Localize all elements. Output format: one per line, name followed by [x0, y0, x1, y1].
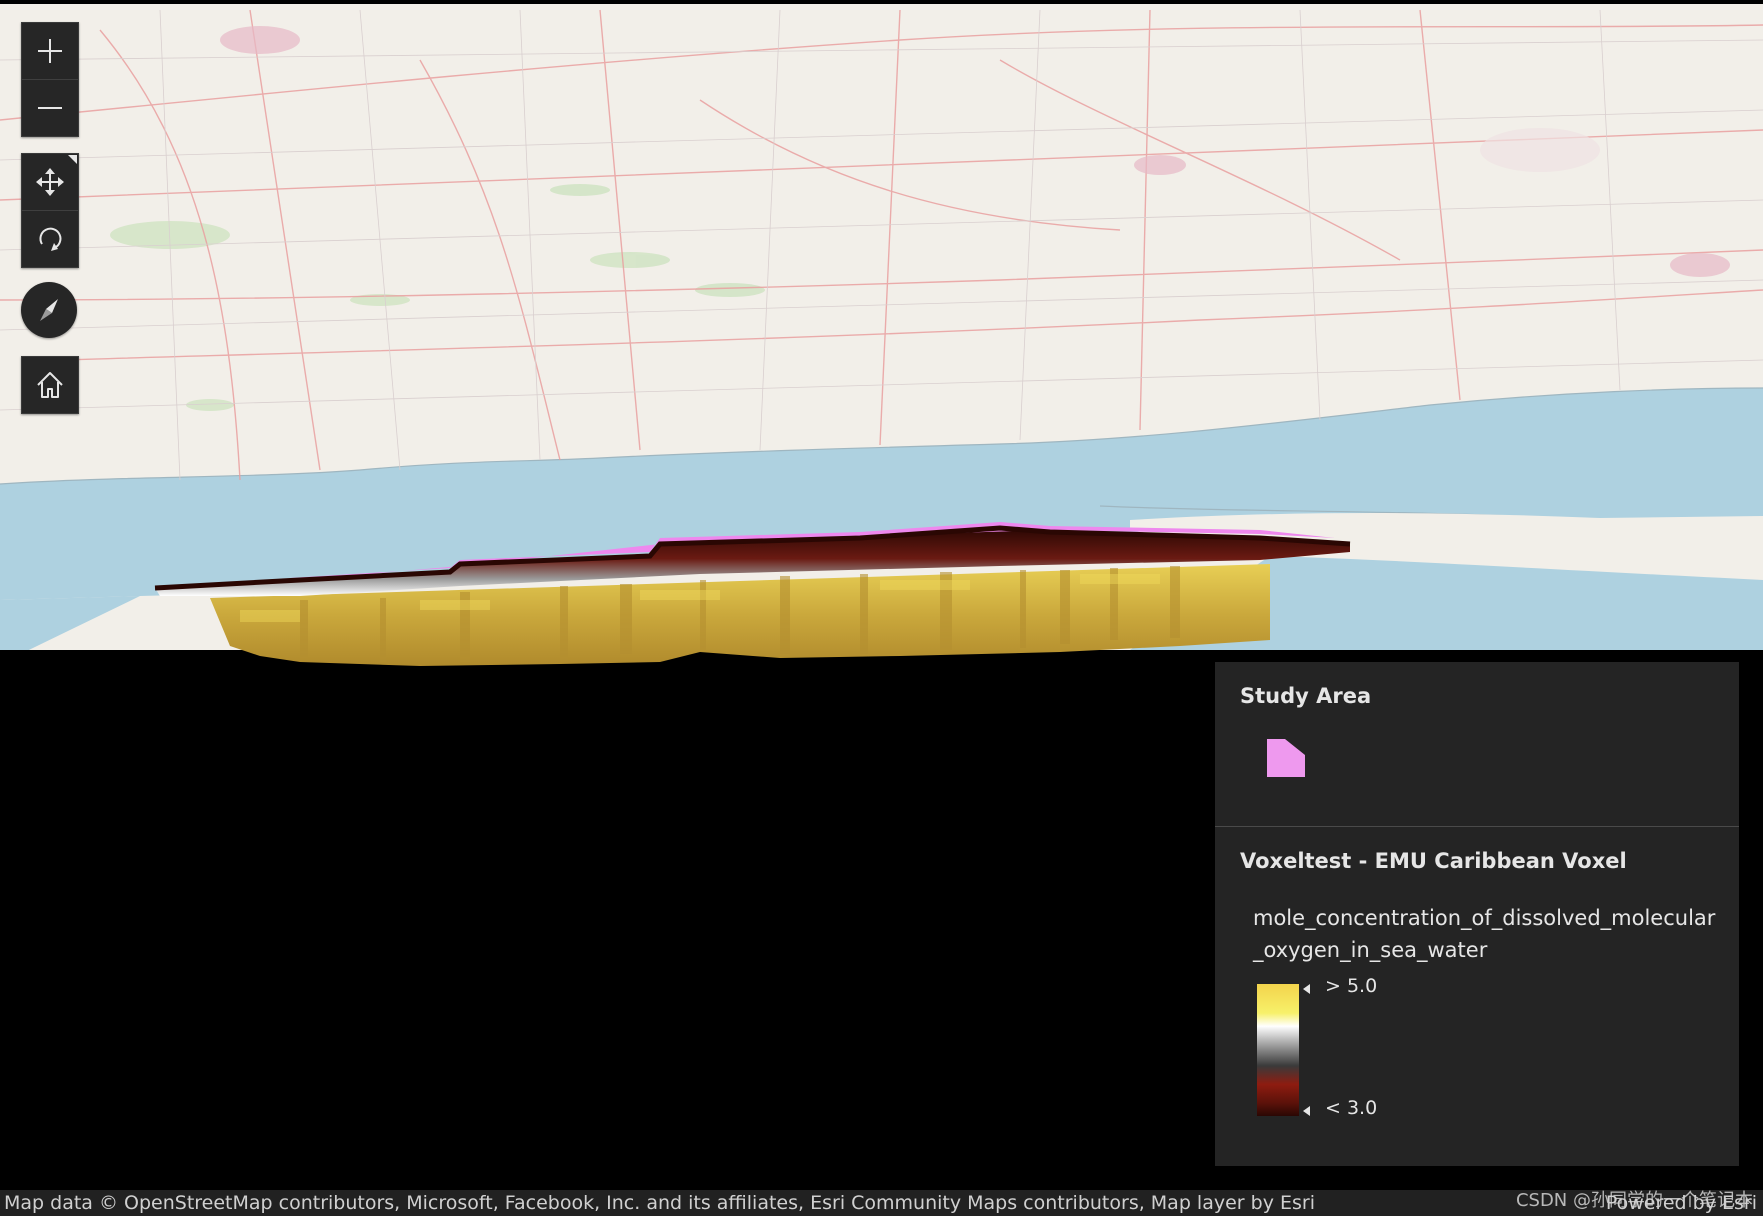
- minus-icon: [38, 107, 62, 109]
- pan-button[interactable]: [22, 154, 78, 210]
- study-area-swatch: [1267, 739, 1305, 777]
- home-widget: [21, 356, 79, 414]
- plus-icon: [38, 39, 62, 63]
- ramp-low-label: < 3.0: [1325, 1097, 1378, 1119]
- rotate-icon: [39, 227, 62, 251]
- scene-view[interactable]: Study Area Voxeltest - EMU Caribbean Vox…: [0, 0, 1763, 1216]
- zoom-in-button[interactable]: [22, 23, 78, 79]
- compass-needle-icon: [40, 299, 58, 321]
- ramp-high-tick: [1303, 984, 1310, 994]
- toggle-corner-indicator: [68, 155, 77, 164]
- home-button[interactable]: [22, 357, 78, 413]
- legend-separator: [1215, 826, 1739, 827]
- legend-panel: Study Area Voxeltest - EMU Caribbean Vox…: [1215, 662, 1739, 1166]
- watermark: CSDN @孙同学的一个笔记本: [1515, 1190, 1753, 1211]
- color-ramp: [1257, 984, 1299, 1116]
- compass-button[interactable]: [21, 282, 77, 338]
- move-arrows-icon: [36, 168, 64, 196]
- study-area-title: Study Area: [1240, 684, 1372, 708]
- voxel-layer-title: Voxeltest - EMU Caribbean Voxel: [1240, 849, 1627, 873]
- home-icon: [37, 372, 63, 398]
- rotate-button[interactable]: [22, 210, 78, 267]
- ramp-high-label: > 5.0: [1325, 975, 1378, 997]
- ramp-low-tick: [1303, 1106, 1310, 1116]
- voxel-field-name: mole_concentration_of_dissolved_molecula…: [1253, 906, 1716, 962]
- attribution-text[interactable]: Map data © OpenStreetMap contributors, M…: [4, 1192, 1315, 1214]
- zoom-widget: [21, 22, 79, 137]
- navigation-toggle: [21, 153, 79, 268]
- attribution-bar[interactable]: Map data © OpenStreetMap contributors, M…: [0, 1190, 1763, 1216]
- zoom-out-button[interactable]: [22, 79, 78, 136]
